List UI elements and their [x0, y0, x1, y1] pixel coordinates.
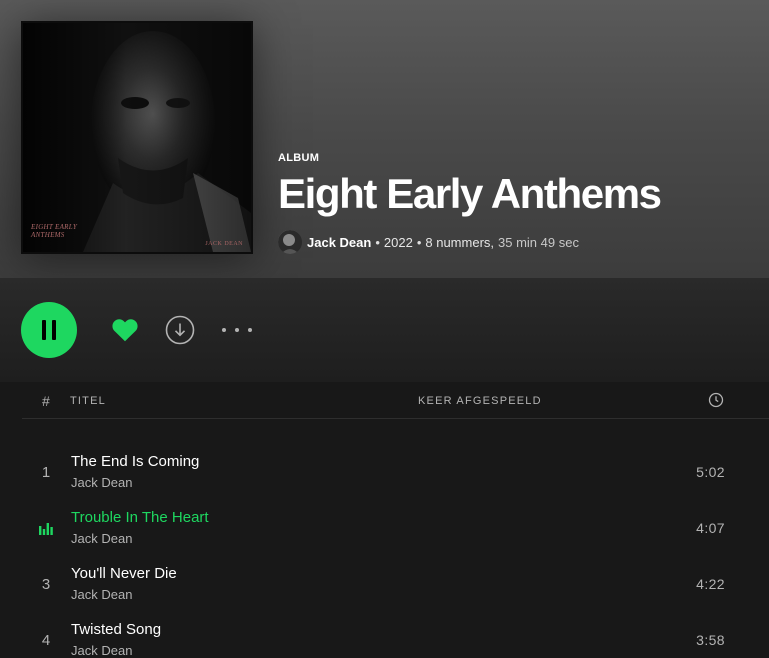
cover-art-image — [23, 23, 251, 252]
track-duration: 3:58 — [696, 632, 725, 648]
track-row-playing[interactable]: Trouble In The Heart Jack Dean 4:07 — [22, 502, 747, 558]
track-duration: 5:02 — [696, 464, 725, 480]
equalizer-icon — [39, 523, 53, 535]
track-artist[interactable]: Jack Dean — [71, 643, 132, 658]
pause-icon — [39, 320, 59, 340]
like-button[interactable] — [110, 315, 140, 345]
download-icon — [165, 315, 195, 345]
artist-link[interactable]: Jack Dean — [307, 235, 371, 250]
track-number: 1 — [41, 464, 51, 481]
artist-avatar[interactable] — [278, 230, 302, 254]
track-row[interactable]: 1 The End Is Coming Jack Dean 5:02 — [22, 446, 747, 502]
track-number: 3 — [41, 576, 51, 593]
track-artist[interactable]: Jack Dean — [71, 531, 132, 546]
cover-title-text: EIGHT EARLY ANTHEMS — [31, 223, 78, 239]
track-list-header: # TITEL KEER AFGESPEELD — [22, 382, 769, 419]
cover-artist-text: JACK DEAN — [205, 241, 243, 247]
track-duration: 4:22 — [696, 576, 725, 592]
column-header-title: TITEL — [70, 395, 106, 407]
more-dots-icon — [222, 328, 226, 332]
release-year: 2022 — [383, 234, 413, 250]
artist-avatar-image — [278, 230, 302, 254]
separator-dot: • — [416, 234, 422, 250]
track-row[interactable]: 4 Twisted Song Jack Dean 3:58 — [22, 614, 747, 658]
column-header-number: # — [42, 393, 50, 409]
track-count: 8 nummers, — [425, 234, 495, 250]
action-bar — [0, 278, 769, 382]
track-artist[interactable]: Jack Dean — [71, 475, 132, 490]
track-title[interactable]: You'll Never Die — [71, 565, 177, 582]
heart-filled-icon — [112, 319, 138, 342]
separator-dot: • — [375, 234, 380, 250]
more-options-button[interactable] — [222, 318, 252, 342]
track-list: # TITEL KEER AFGESPEELD 1 The End Is Com… — [0, 382, 769, 658]
album-byline: Jack Dean • 2022 • 8 nummers, 35 min 49 … — [278, 230, 579, 254]
album-page: EIGHT EARLY ANTHEMS JACK DEAN ALBUM Eigh… — [0, 0, 769, 658]
album-duration: 35 min 49 sec — [498, 234, 579, 250]
track-title[interactable]: Twisted Song — [71, 621, 161, 638]
album-title: Eight Early Anthems — [278, 170, 662, 217]
track-duration: 4:07 — [696, 520, 725, 536]
track-title[interactable]: The End Is Coming — [71, 453, 199, 470]
track-number: 4 — [41, 632, 51, 649]
track-artist[interactable]: Jack Dean — [71, 587, 132, 602]
download-button[interactable] — [165, 315, 195, 345]
album-type-label: ALBUM — [278, 152, 320, 164]
clock-icon — [708, 392, 724, 408]
track-title[interactable]: Trouble In The Heart — [71, 509, 209, 526]
column-header-plays: KEER AFGESPEELD — [418, 395, 542, 407]
album-meta: ALBUM Eight Early Anthems — [278, 152, 662, 218]
album-cover: EIGHT EARLY ANTHEMS JACK DEAN — [21, 21, 253, 254]
pause-button[interactable] — [21, 302, 77, 358]
track-row[interactable]: 3 You'll Never Die Jack Dean 4:22 — [22, 558, 747, 614]
album-header: EIGHT EARLY ANTHEMS JACK DEAN ALBUM Eigh… — [0, 0, 769, 278]
